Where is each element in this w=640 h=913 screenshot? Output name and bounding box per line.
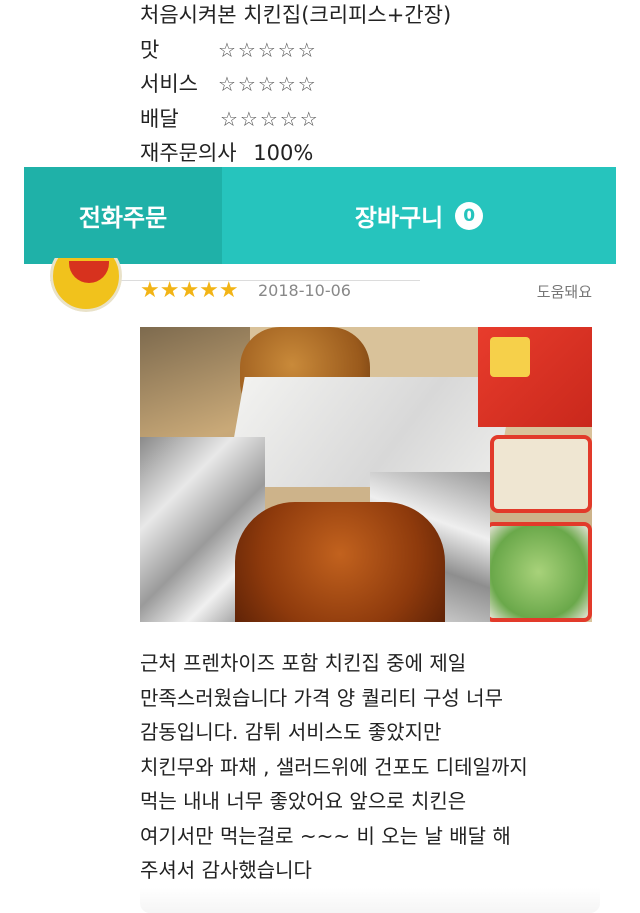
cart-count-badge: 0 (455, 201, 484, 230)
cart-label: 장바구니 (354, 204, 444, 232)
photo-package-label (490, 337, 530, 377)
rating-stars-taste: ☆☆☆☆☆ (218, 38, 318, 62)
photo-radish-container (490, 435, 592, 513)
review-rating-stars: ★★★★★ (140, 278, 239, 303)
review-line: 근처 프렌차이즈 포함 치킨집 중에 제일 (140, 651, 467, 675)
rating-row-service: 서비스 ☆☆☆☆☆ (140, 71, 318, 97)
review-photo[interactable] (140, 327, 592, 622)
avatar[interactable] (50, 258, 122, 312)
review-line: 감동입니다. 감튀 서비스도 좋았지만 (140, 720, 442, 744)
photo-paper (225, 377, 515, 487)
review-line: 만족스러웠습니다 가격 양 퀄리티 구성 너무 (140, 685, 503, 710)
helpful-button[interactable]: 도움돼요 (537, 282, 592, 302)
review-line: 치킨무와 파채 , 샐러드위에 건포도 디테일까지 (140, 754, 528, 779)
avatar-face (69, 261, 109, 283)
rating-stars-delivery: ☆☆☆☆☆ (220, 107, 320, 131)
phone-order-button[interactable]: 전화주문 (24, 167, 222, 264)
rating-stars-service: ☆☆☆☆☆ (218, 72, 318, 96)
review-line: 주셔서 감사했습니다 (140, 858, 312, 882)
cart-button[interactable]: 장바구니 0 (222, 167, 616, 264)
avatar-image (50, 258, 122, 312)
rating-label: 배달 (140, 107, 179, 131)
rating-label: 서비스 (140, 72, 198, 96)
phone-order-label: 전화주문 (78, 204, 168, 232)
order-action-bar: 전화주문 장바구니 0 (24, 167, 616, 264)
photo-salad-container (485, 522, 592, 622)
review-line: 먹는 내내 너무 좋았어요 앞으로 치킨은 (140, 789, 467, 813)
card-bottom-edge (140, 888, 600, 913)
photo-soy-chicken (235, 502, 445, 622)
review-body: 근처 프렌차이즈 포함 치킨집 중에 제일 만족스러웠습니다 가격 양 퀄리티 … (140, 646, 610, 888)
reorder-value: 100% (253, 141, 314, 165)
review-date: 2018-10-06 (258, 281, 351, 300)
rating-label: 맛 (140, 38, 160, 62)
reorder-label: 재주문의사 (140, 141, 237, 165)
reorder-row: 재주문의사 100% (140, 140, 313, 166)
previous-review-title: 처음시켜본 치킨집(크리피스+간장) (140, 3, 452, 27)
rating-row-taste: 맛 ☆☆☆☆☆ (140, 37, 318, 63)
rating-row-delivery: 배달 ☆☆☆☆☆ (140, 106, 320, 132)
review-line: 여기서만 먹는걸로 ~~~ 비 오는 날 배달 해 (140, 823, 511, 848)
